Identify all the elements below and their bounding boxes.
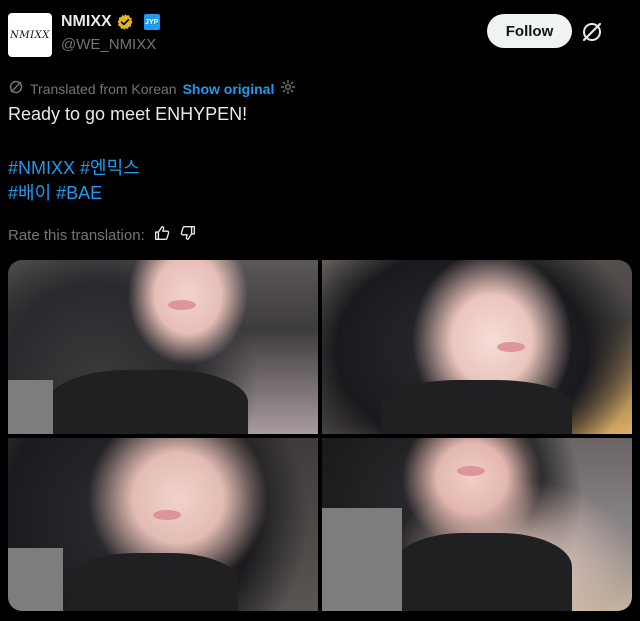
show-original-link[interactable]: Show original xyxy=(183,81,275,97)
hashtag-link[interactable]: #엔믹스 xyxy=(80,158,140,178)
rate-translation-label: Rate this translation: xyxy=(8,226,145,244)
affiliate-badge[interactable]: JYP xyxy=(143,14,160,30)
photo-detail xyxy=(153,510,181,520)
photo-detail xyxy=(497,342,525,352)
photo-detail xyxy=(392,533,572,611)
hashtag-link[interactable]: #배이 xyxy=(8,183,51,203)
translation-notice-text: Translated from Korean xyxy=(30,80,177,97)
account-name-row: NMIXX JYP xyxy=(61,13,160,31)
display-name[interactable]: NMIXX xyxy=(61,13,112,31)
x-grok-icon[interactable] xyxy=(580,20,604,44)
translate-icon xyxy=(8,79,24,98)
tweet-text: Ready to go meet ENHYPEN! xyxy=(8,104,248,124)
photo-4[interactable] xyxy=(322,438,632,611)
media-grid xyxy=(8,260,632,611)
avatar[interactable]: NMIXX xyxy=(8,13,52,57)
avatar-logo-text: NMIXX xyxy=(10,29,50,41)
hashtags: #NMIXX #엔믹스 #배이 #BAE xyxy=(8,156,140,206)
hashtag-link[interactable]: #NMIXX xyxy=(8,158,75,178)
photo-detail xyxy=(8,548,63,611)
photo-detail xyxy=(322,508,402,611)
photo-detail xyxy=(48,370,248,434)
hashtag-link[interactable]: #BAE xyxy=(56,183,102,203)
verified-icon xyxy=(116,13,134,31)
account-handle[interactable]: @WE_NMIXX xyxy=(61,36,156,53)
follow-button[interactable]: Follow xyxy=(487,14,572,48)
photo-detail xyxy=(382,380,572,434)
photo-detail xyxy=(457,466,485,476)
photo-detail xyxy=(8,380,53,434)
translation-notice: Translated from Korean Show original xyxy=(8,79,296,98)
photo-detail xyxy=(68,553,238,611)
rate-translation-row: Rate this translation: xyxy=(8,224,197,246)
thumbs-up-icon[interactable] xyxy=(153,224,171,246)
photo-2[interactable] xyxy=(322,260,632,434)
thumbs-down-icon[interactable] xyxy=(179,224,197,246)
settings-icon[interactable] xyxy=(280,79,296,98)
photo-1[interactable] xyxy=(8,260,318,434)
photo-detail xyxy=(168,300,196,310)
photo-3[interactable] xyxy=(8,438,318,611)
